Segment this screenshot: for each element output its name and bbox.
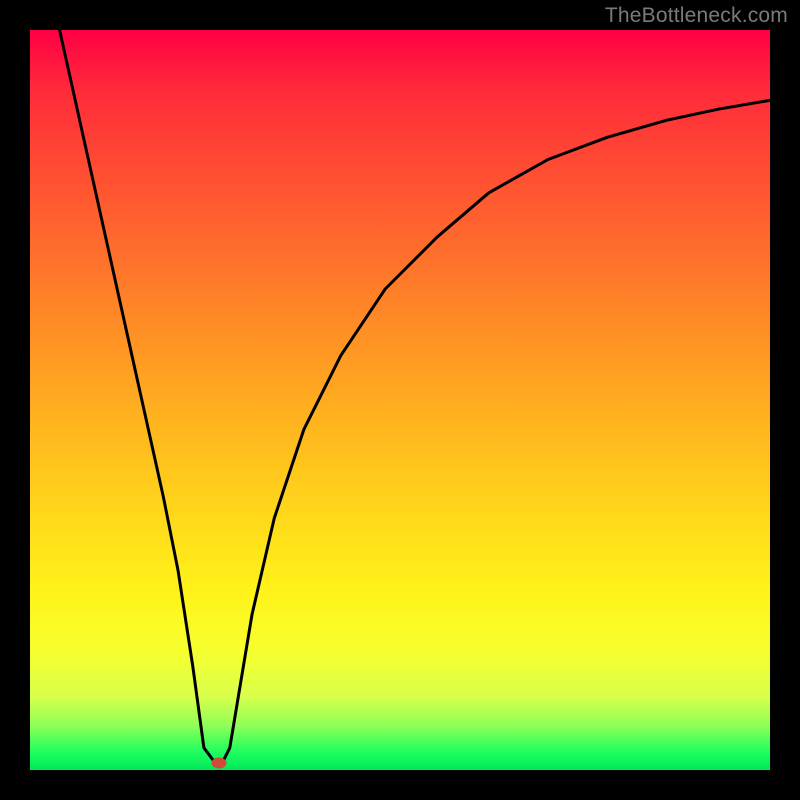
plot-area xyxy=(30,30,770,770)
curve-path xyxy=(60,30,770,763)
bottleneck-curve xyxy=(30,30,770,770)
minimum-marker xyxy=(211,757,226,768)
chart-frame: TheBottleneck.com xyxy=(0,0,800,800)
watermark-text: TheBottleneck.com xyxy=(605,4,788,28)
